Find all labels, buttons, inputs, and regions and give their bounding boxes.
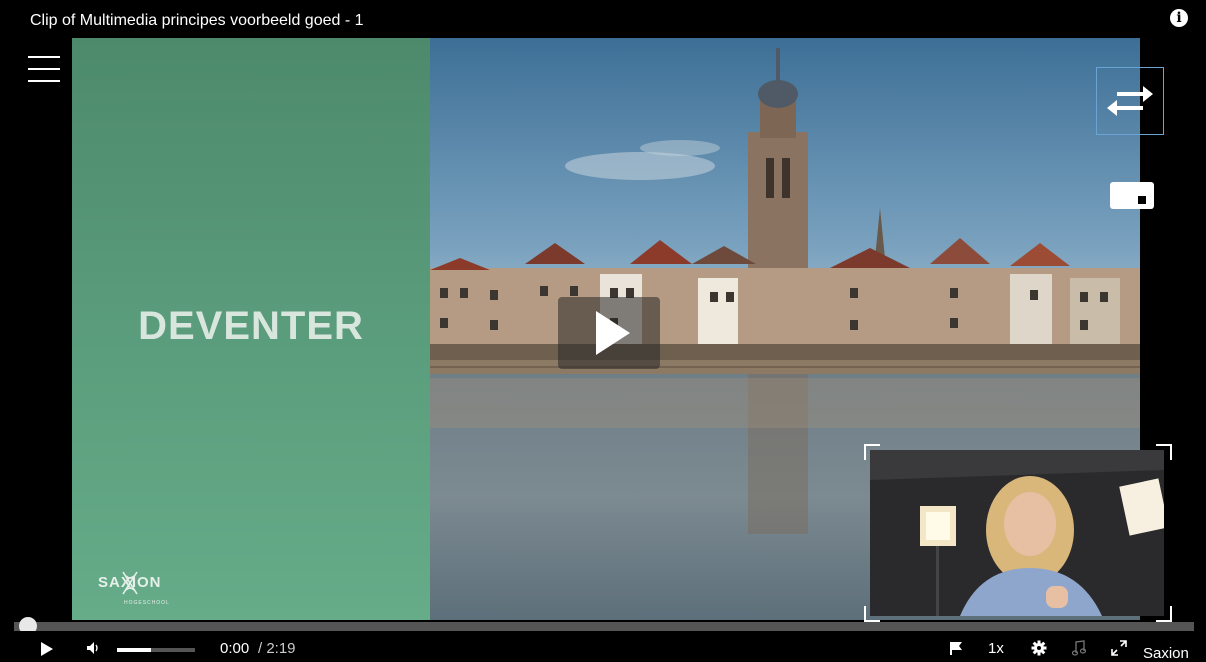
video-player: Clip of Multimedia principes voorbeeld g… — [14, 0, 1194, 662]
partner-logo[interactable]: Saxion — [1143, 632, 1194, 662]
presenter-video — [870, 450, 1164, 616]
slide-green-panel: DEVENTER SAXION HOGESCHOOL — [72, 38, 430, 620]
flag-icon[interactable] — [949, 641, 963, 655]
gear-icon[interactable] — [1031, 640, 1047, 656]
volume-slider[interactable] — [117, 648, 195, 652]
expand-icon[interactable] — [1111, 640, 1127, 656]
picture-in-picture-icon[interactable] — [1110, 182, 1154, 209]
music-note-icon[interactable] — [1072, 640, 1086, 656]
volume-icon[interactable] — [86, 641, 100, 655]
saxion-logo: SAXION — [98, 574, 162, 591]
progress-bar[interactable] — [14, 622, 1194, 631]
control-bar: 0:00 / 2:19 1x — [14, 631, 1194, 662]
title-bar: Clip of Multimedia principes voorbeeld g… — [14, 0, 1194, 38]
pip-corner-br — [1156, 606, 1172, 622]
pip-corner-bl — [864, 606, 880, 622]
play-icon — [596, 311, 630, 355]
pip-corner-tr — [1156, 444, 1172, 460]
swap-views-button[interactable] — [1096, 67, 1164, 135]
slide-heading: DEVENTER — [138, 304, 364, 348]
saxion-logo-subtext: HOGESCHOOL — [124, 600, 170, 606]
playback-speed[interactable]: 1x — [988, 631, 1004, 662]
big-play-button[interactable] — [558, 297, 660, 369]
hamburger-menu-icon[interactable] — [28, 56, 60, 84]
swap-arrows-icon — [1107, 86, 1153, 116]
current-time: 0:00 — [220, 640, 250, 657]
presenter-video-pip[interactable] — [870, 450, 1164, 616]
volume-level — [117, 648, 152, 652]
video-title: Clip of Multimedia principes voorbeeld g… — [30, 12, 364, 29]
duration: / 2:19 — [258, 640, 296, 657]
info-icon[interactable]: i — [1170, 9, 1188, 27]
pip-corner-tl — [864, 444, 880, 460]
play-icon[interactable] — [40, 641, 54, 657]
